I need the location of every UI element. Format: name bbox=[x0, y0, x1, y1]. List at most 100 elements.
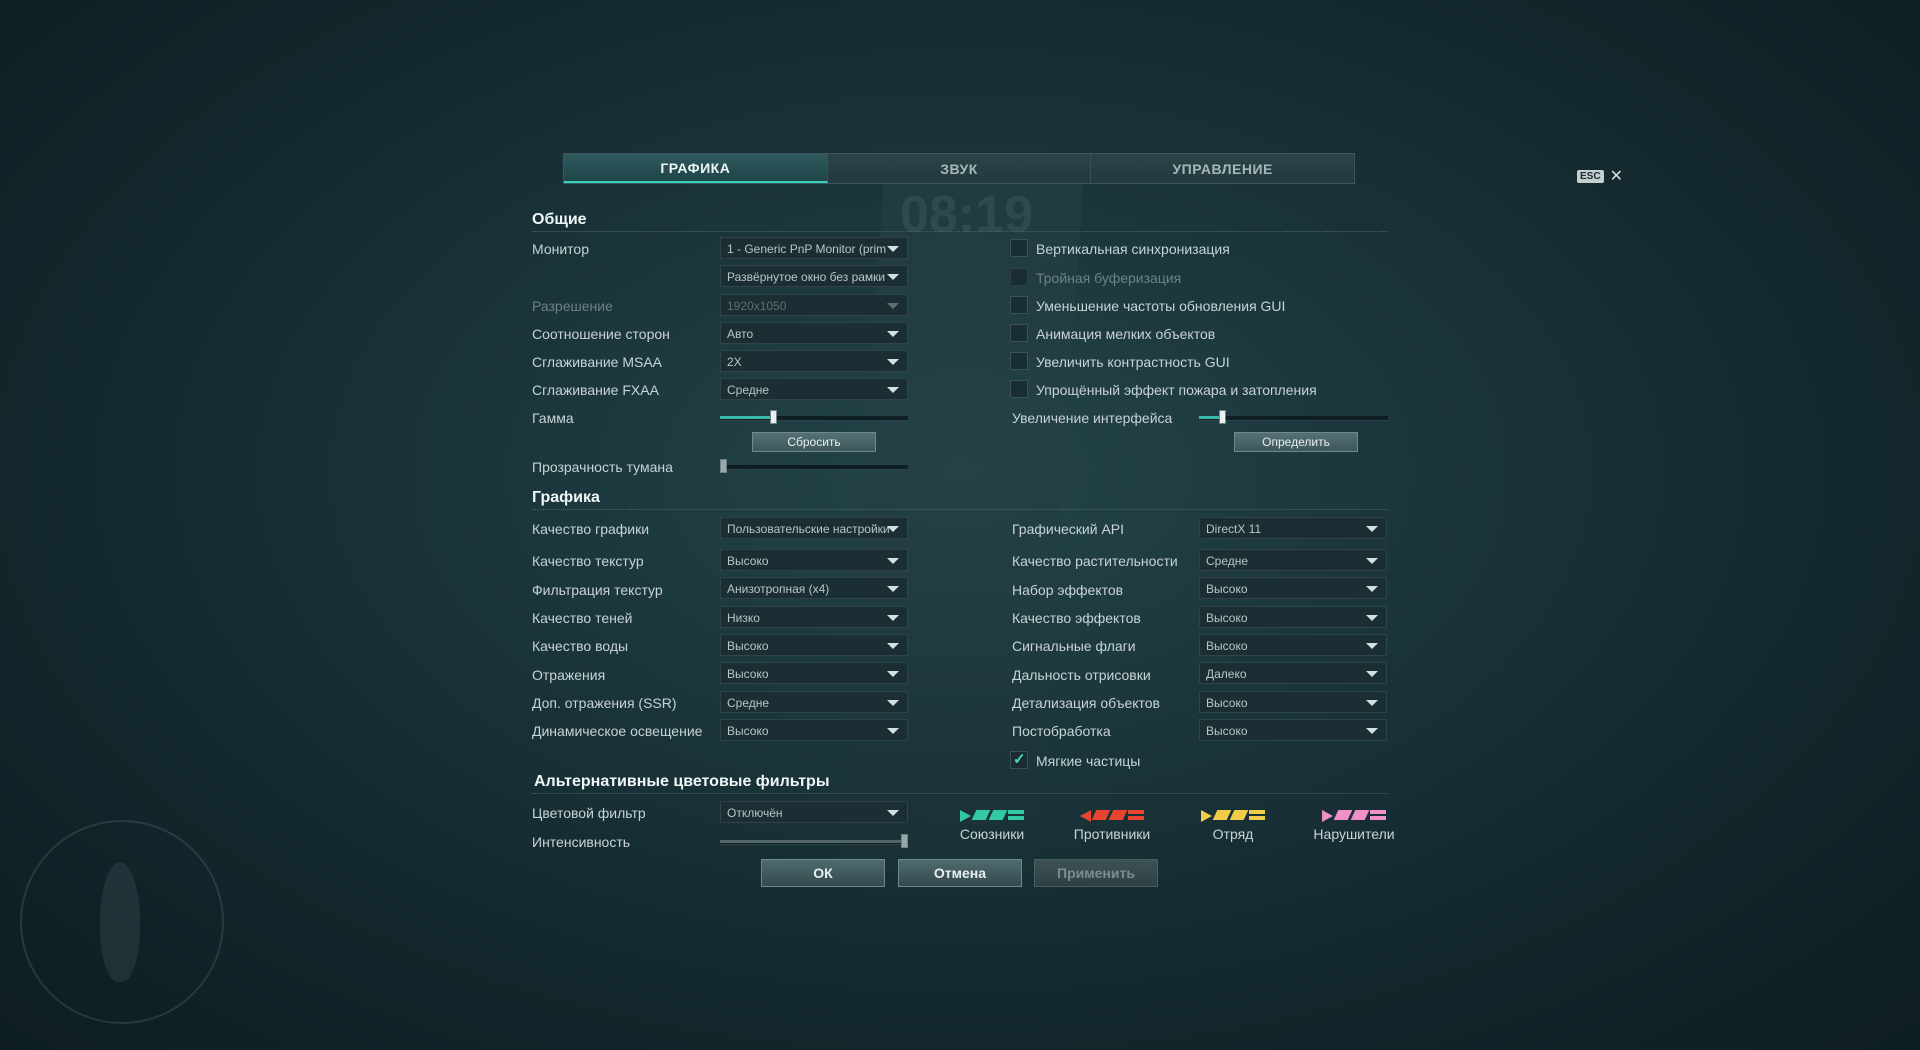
ui-scale-slider[interactable] bbox=[1199, 410, 1388, 424]
small-objects-animation-label: Анимация мелких объектов bbox=[1036, 326, 1216, 342]
postprocessing-label: Постобработка bbox=[1012, 723, 1111, 739]
fxaa-dropdown[interactable]: Средне bbox=[720, 378, 908, 400]
intensity-slider-fill bbox=[720, 840, 908, 843]
object-detail-dropdown[interactable]: Высоко bbox=[1199, 691, 1387, 713]
graphics-quality-dropdown[interactable]: Пользовательские настройки bbox=[720, 517, 908, 539]
background-minimap bbox=[20, 820, 224, 1024]
monitor-label: Монитор bbox=[532, 241, 589, 257]
draw-distance-dropdown[interactable]: Далеко bbox=[1199, 662, 1387, 684]
divider bbox=[532, 231, 1388, 232]
ship-marker-icon bbox=[1333, 810, 1353, 820]
aspect-ratio-dropdown[interactable]: Авто bbox=[720, 322, 908, 344]
gamma-reset-button[interactable]: Сбросить bbox=[752, 432, 876, 452]
water-quality-dropdown[interactable]: Высоко bbox=[720, 634, 908, 656]
fxaa-label: Сглаживание FXAA bbox=[532, 382, 659, 398]
ui-scale-slider-handle[interactable] bbox=[1218, 410, 1226, 424]
triple-buffering-checkbox[interactable] bbox=[1010, 268, 1028, 286]
close-icon[interactable]: ✕ bbox=[1610, 166, 1623, 186]
dynamic-lighting-label: Динамическое освещение bbox=[532, 723, 703, 739]
ship-marker-icon bbox=[1249, 810, 1265, 820]
legend-enemies: Противники bbox=[1057, 810, 1167, 842]
division-ship-icons bbox=[1178, 810, 1288, 822]
ssr-label: Доп. отражения (SSR) bbox=[532, 695, 677, 711]
legend-label: Отряд bbox=[1212, 826, 1254, 842]
reflections-dropdown[interactable]: Высоко bbox=[720, 662, 908, 684]
graphics-api-label: Графический API bbox=[1012, 521, 1125, 537]
ship-marker-icon bbox=[1322, 810, 1333, 822]
section-title-graphics: Графика bbox=[532, 489, 600, 506]
reflections-label: Отражения bbox=[532, 667, 606, 683]
ok-button[interactable]: ОК bbox=[761, 859, 885, 887]
apply-button[interactable]: Применить bbox=[1034, 859, 1158, 887]
small-objects-animation-checkbox[interactable] bbox=[1010, 324, 1028, 342]
effects-quality-dropdown[interactable]: Высоко bbox=[1199, 606, 1387, 628]
ship-marker-icon bbox=[1350, 810, 1370, 820]
ship-marker-icon bbox=[1229, 810, 1249, 820]
simplified-fire-checkbox[interactable] bbox=[1010, 380, 1028, 398]
intensity-slider-handle[interactable] bbox=[901, 834, 908, 848]
intensity-slider[interactable] bbox=[720, 834, 908, 848]
signal-flags-dropdown[interactable]: Высоко bbox=[1199, 634, 1387, 656]
triple-buffering-label: Тройная буферизация bbox=[1036, 270, 1182, 286]
dynamic-lighting-dropdown[interactable]: Высоко bbox=[720, 719, 908, 741]
enemies-ship-icons bbox=[1057, 810, 1167, 822]
ship-marker-icon bbox=[1128, 810, 1144, 820]
tab-graphics[interactable]: ГРАФИКА bbox=[564, 154, 828, 183]
msaa-label: Сглаживание MSAA bbox=[532, 354, 663, 370]
graphics-api-dropdown[interactable]: DirectX 11 bbox=[1199, 517, 1387, 539]
effects-quality-label: Качество эффектов bbox=[1012, 610, 1141, 626]
violators-ship-icons bbox=[1299, 810, 1409, 822]
intensity-label: Интенсивность bbox=[532, 834, 631, 850]
texture-quality-label: Качество текстур bbox=[532, 553, 644, 569]
divider bbox=[532, 793, 1388, 794]
ui-scale-detect-button[interactable]: Определить bbox=[1234, 432, 1358, 452]
gamma-slider-fill bbox=[720, 416, 773, 419]
section-title-color-filters: Альтернативные цветовые фильтры bbox=[534, 773, 830, 790]
close-button[interactable]: ESC ✕ bbox=[1577, 166, 1623, 186]
cancel-button[interactable]: Отмена bbox=[898, 859, 1022, 887]
graphics-quality-label: Качество графики bbox=[532, 521, 650, 537]
allies-ship-icons bbox=[937, 810, 1047, 822]
vegetation-quality-dropdown[interactable]: Средне bbox=[1199, 549, 1387, 571]
tab-controls[interactable]: УПРАВЛЕНИЕ bbox=[1091, 154, 1354, 183]
resolution-label: Разрешение bbox=[532, 298, 613, 314]
object-detail-label: Детализация объектов bbox=[1012, 695, 1160, 711]
aspect-ratio-label: Соотношение сторон bbox=[532, 326, 670, 342]
effects-set-dropdown[interactable]: Высоко bbox=[1199, 577, 1387, 599]
tab-sound[interactable]: ЗВУК bbox=[828, 154, 1092, 183]
legend-allies: Союзники bbox=[937, 810, 1047, 842]
monitor-dropdown[interactable]: 1 - Generic PnP Monitor (prim bbox=[720, 237, 908, 259]
effects-set-label: Набор эффектов bbox=[1012, 582, 1124, 598]
gui-refresh-checkbox[interactable] bbox=[1010, 296, 1028, 314]
shadow-quality-dropdown[interactable]: Низко bbox=[720, 606, 908, 628]
ship-marker-icon bbox=[1201, 810, 1212, 822]
vsync-label: Вертикальная синхронизация bbox=[1036, 241, 1230, 257]
legend-label: Противники bbox=[1073, 826, 1151, 842]
texture-filtering-dropdown[interactable]: Анизотропная (x4) bbox=[720, 577, 908, 599]
postprocessing-dropdown[interactable]: Высоко bbox=[1199, 719, 1387, 741]
fog-transparency-slider[interactable] bbox=[720, 459, 908, 473]
gamma-slider[interactable] bbox=[720, 410, 908, 424]
legend-division: Отряд bbox=[1178, 810, 1288, 842]
texture-filtering-label: Фильтрация текстур bbox=[532, 582, 663, 598]
window-mode-dropdown[interactable]: Развёрнутое окно без рамки bbox=[720, 265, 908, 287]
gamma-slider-handle[interactable] bbox=[769, 410, 777, 424]
color-filter-dropdown[interactable]: Отключён bbox=[720, 801, 908, 823]
ship-marker-icon bbox=[1108, 810, 1128, 820]
ship-marker-icon bbox=[1008, 810, 1024, 820]
legend-violators: Нарушители bbox=[1299, 810, 1409, 842]
ship-marker-icon bbox=[960, 810, 971, 822]
settings-tabs: ГРАФИКА ЗВУК УПРАВЛЕНИЕ bbox=[563, 153, 1355, 184]
ship-marker-icon bbox=[971, 810, 991, 820]
signal-flags-label: Сигнальные флаги bbox=[1012, 638, 1136, 654]
ssr-dropdown[interactable]: Средне bbox=[720, 691, 908, 713]
fog-slider-handle[interactable] bbox=[720, 459, 727, 473]
draw-distance-label: Дальность отрисовки bbox=[1012, 667, 1151, 683]
soft-particles-checkbox[interactable] bbox=[1010, 750, 1028, 769]
vsync-checkbox[interactable] bbox=[1010, 239, 1028, 257]
ship-marker-icon bbox=[988, 810, 1008, 820]
resolution-dropdown[interactable]: 1920x1050 bbox=[720, 294, 908, 316]
texture-quality-dropdown[interactable]: Высоко bbox=[720, 549, 908, 571]
gui-contrast-checkbox[interactable] bbox=[1010, 352, 1028, 370]
msaa-dropdown[interactable]: 2X bbox=[720, 350, 908, 372]
